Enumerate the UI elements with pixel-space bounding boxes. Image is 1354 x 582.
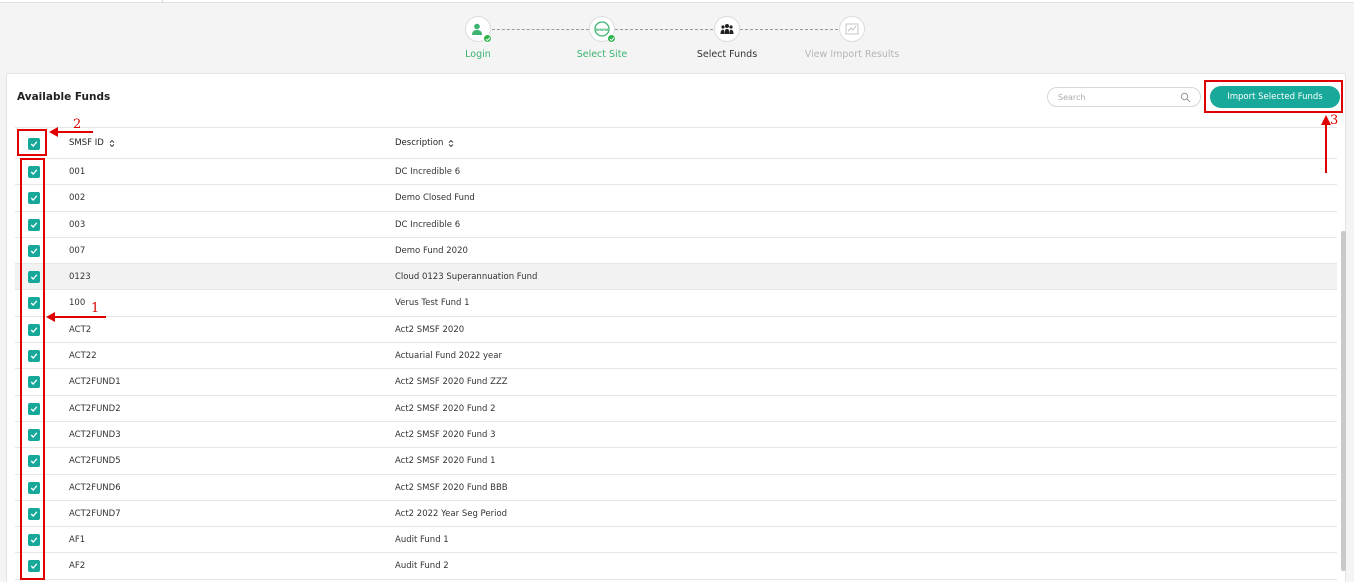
sort-icon[interactable] (448, 139, 454, 148)
sort-icon[interactable] (109, 139, 115, 148)
import-stepper: Login www Select Site Select Funds View … (0, 16, 1354, 66)
step-label: Select Site (576, 49, 628, 60)
funds-table: SMSF ID Description 001 DC Incredible 6 00… (15, 127, 1337, 580)
table-scrollbar[interactable] (1341, 231, 1346, 571)
table-body: 001 DC Incredible 6 002 Demo Closed Fund 003… (15, 159, 1337, 580)
table-row[interactable]: 007 Demo Fund 2020 (15, 237, 1337, 265)
annotation-arrow-1 (46, 312, 106, 322)
annotation-arrow-3 (1321, 115, 1331, 173)
step-view-import-results[interactable]: View Import Results (787, 16, 917, 60)
description-cell: DC Incredible 6 (395, 167, 461, 177)
column-header-description[interactable]: Description (395, 138, 454, 148)
chart-icon (839, 16, 865, 42)
table-row[interactable]: 001 DC Incredible 6 (15, 159, 1337, 186)
description-cell: DC Incredible 6 (395, 219, 461, 230)
step-label: Select Funds (696, 49, 758, 60)
table-row[interactable]: ACT22 Actuarial Fund 2022 year (15, 343, 1337, 370)
column-header-label: SMSF ID (69, 138, 104, 148)
smsf-id-cell: ACT2FUND2 (69, 403, 121, 414)
table-row[interactable]: ACT2 Act2 SMSF 2020 (15, 316, 1337, 344)
description-cell: Demo Closed Fund (395, 193, 475, 204)
annotation-box-select-all (17, 129, 47, 156)
smsf-id-cell: ACT22 (69, 351, 97, 362)
table-row[interactable]: ACT2FUND6 Act2 SMSF 2020 Fund BBB (15, 474, 1337, 501)
table-row[interactable]: 002 Demo Closed Fund (15, 185, 1337, 212)
table-row[interactable]: AF1 Audit Fund 1 (15, 527, 1337, 554)
step-login[interactable]: Login (413, 16, 543, 60)
smsf-id-cell: AF1 (69, 535, 86, 546)
smsf-id-cell: ACT2FUND5 (69, 456, 121, 467)
table-row[interactable]: ACT2FUND3 Act2 SMSF 2020 Fund 3 (15, 421, 1337, 449)
available-funds-panel: Available Funds Import Selected Funds SM… (6, 73, 1346, 582)
step-select-site[interactable]: www Select Site (537, 16, 667, 60)
top-bar (0, 0, 1354, 3)
smsf-id-cell: ACT2FUND7 (69, 508, 121, 519)
description-cell: Actuarial Fund 2022 year (395, 351, 502, 362)
table-row[interactable]: 0123 Cloud 0123 Superannuation Fund (15, 264, 1337, 291)
description-cell: Act2 SMSF 2020 Fund BBB (395, 482, 508, 493)
description-cell: Act2 SMSF 2020 Fund 3 (395, 429, 496, 440)
table-row[interactable]: ACT2FUND2 Act2 SMSF 2020 Fund 2 (15, 395, 1337, 422)
smsf-id-cell: 001 (69, 167, 86, 177)
table-row[interactable]: 003 DC Incredible 6 (15, 211, 1337, 238)
panel-title: Available Funds (17, 91, 111, 103)
step-label: View Import Results (804, 49, 900, 60)
check-icon (483, 34, 492, 43)
table-row[interactable]: ACT2FUND5 Act2 SMSF 2020 Fund 1 (15, 448, 1337, 475)
smsf-id-cell: ACT2 (69, 324, 92, 335)
table-row[interactable]: 100 Verus Test Fund 1 (15, 290, 1337, 317)
smsf-id-cell: ACT2FUND1 (69, 377, 121, 388)
smsf-id-cell: AF2 (69, 561, 86, 572)
table-row[interactable]: ACT2FUND7 Act2 2022 Year Seg Period (15, 500, 1337, 528)
column-header-smsf-id[interactable]: SMSF ID (69, 138, 115, 148)
annotation-box-row-checkboxes (20, 158, 45, 580)
search-input[interactable] (1047, 87, 1201, 107)
smsf-id-cell: 0123 (69, 272, 91, 283)
annotation-arrow-2 (49, 127, 93, 137)
description-cell: Act2 SMSF 2020 Fund ZZZ (395, 377, 508, 388)
search-icon[interactable] (1180, 92, 1191, 103)
smsf-id-cell: 007 (69, 245, 86, 256)
description-cell: Verus Test Fund 1 (395, 298, 470, 309)
smsf-id-cell: ACT2FUND6 (69, 482, 121, 493)
table-row[interactable]: AF2 Audit Fund 2 (15, 553, 1337, 580)
description-cell: Audit Fund 1 (395, 535, 449, 546)
people-group-icon (714, 16, 740, 42)
step-label: Login (465, 49, 491, 60)
www-globe-icon: www (589, 16, 616, 43)
annotation-box-import-button (1204, 80, 1343, 113)
top-bar-divider (162, 0, 163, 3)
description-cell: Cloud 0123 Superannuation Fund (395, 272, 538, 283)
user-icon (465, 16, 492, 43)
svg-text:www: www (596, 28, 608, 33)
description-cell: Act2 SMSF 2020 Fund 2 (395, 403, 496, 414)
smsf-id-cell: ACT2FUND3 (69, 429, 121, 440)
description-cell: Audit Fund 2 (395, 561, 449, 572)
table-header: SMSF ID Description (15, 127, 1337, 159)
description-cell: Act2 SMSF 2020 Fund 1 (395, 456, 496, 467)
table-row[interactable]: ACT2FUND1 Act2 SMSF 2020 Fund ZZZ (15, 369, 1337, 396)
smsf-id-cell: 003 (69, 219, 86, 230)
step-select-funds[interactable]: Select Funds (662, 16, 792, 60)
column-header-label: Description (395, 138, 444, 148)
description-cell: Act2 2022 Year Seg Period (395, 508, 508, 519)
description-cell: Demo Fund 2020 (395, 245, 468, 256)
smsf-id-cell: 100 (69, 298, 86, 309)
check-icon (607, 34, 616, 43)
smsf-id-cell: 002 (69, 193, 86, 204)
description-cell: Act2 SMSF 2020 (395, 324, 465, 335)
